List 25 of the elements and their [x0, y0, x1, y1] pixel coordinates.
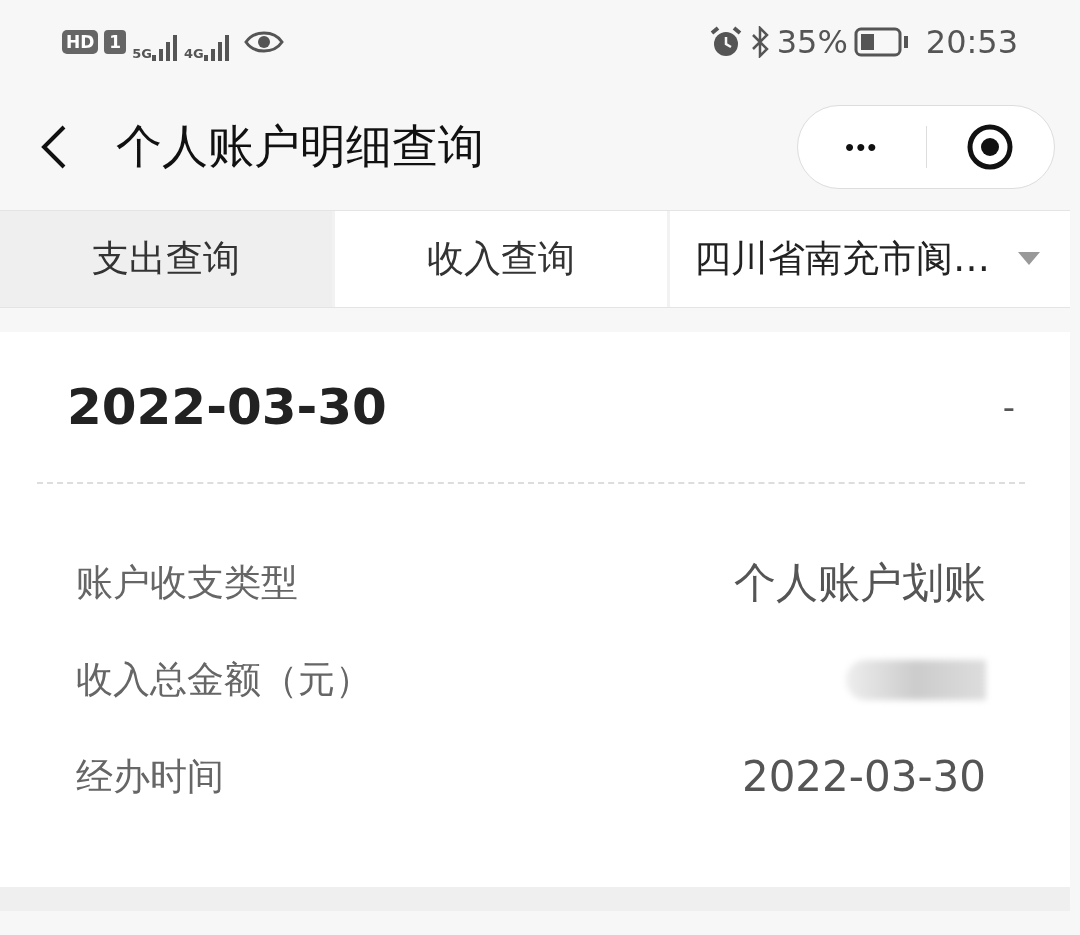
amount-mark: -: [1002, 387, 1015, 427]
field-label: 经办时间: [76, 753, 224, 800]
record-date: 2022-03-30: [67, 378, 387, 436]
eye-icon: [243, 29, 284, 55]
field-label: 收入总金额（元）: [76, 656, 372, 703]
field-value: 2022-03-30: [741, 752, 986, 801]
tab[interactable]: 收入查询: [335, 211, 667, 307]
alarm-icon: [708, 26, 743, 58]
signal-icon: [151, 32, 178, 61]
sim-badge: 1: [104, 30, 127, 54]
field-value: 个人账户划账: [734, 556, 986, 609]
region-dropdown[interactable]: 四川省南充市阆…: [670, 211, 1070, 307]
caret-icon: [1018, 252, 1040, 266]
more-button[interactable]: •••: [798, 106, 926, 188]
field-label: 账户收支类型: [76, 559, 298, 606]
network-type: 4G: [183, 45, 204, 61]
signal-icon: [203, 32, 230, 61]
clock-time: 20:53: [925, 23, 1018, 61]
back-icon: [40, 124, 68, 170]
hd-badge: HD: [62, 30, 99, 54]
page-title: 个人账户明细查询: [116, 118, 485, 175]
battery-icon: [853, 27, 910, 57]
target-icon: [966, 123, 1015, 171]
battery-percent: 35%: [776, 23, 848, 61]
network-type: 5G: [132, 45, 152, 61]
